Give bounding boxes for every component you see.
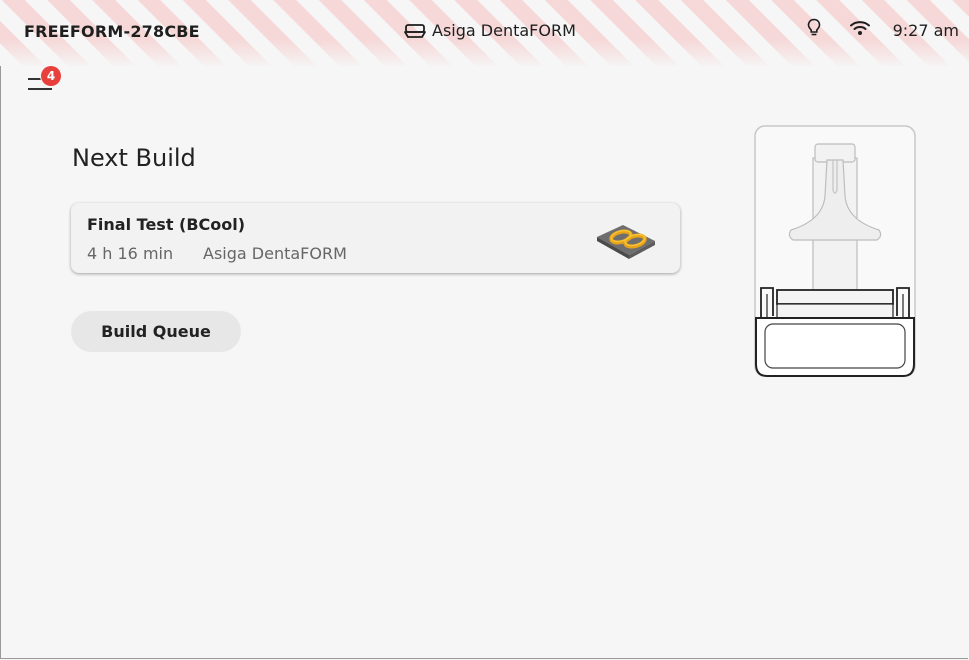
build-model-thumbnail: [593, 215, 659, 263]
status-icons: 9:27 am: [807, 18, 959, 42]
build-duration: 4 h 16 min: [87, 244, 174, 263]
next-build-card[interactable]: Final Test (BCool) 4 h 16 min Asiga Dent…: [71, 203, 680, 273]
wifi-icon[interactable]: [849, 19, 871, 41]
printer-label[interactable]: Asiga DentaFORM: [404, 21, 576, 40]
hamburger-menu-icon-bar: [28, 88, 52, 90]
build-queue-button[interactable]: Build Queue: [71, 311, 241, 352]
menu-button[interactable]: 4: [27, 66, 67, 96]
device-name: FREEFORM-278CBE: [24, 22, 200, 41]
build-printer: Asiga DentaFORM: [203, 244, 347, 263]
printer-name: Asiga DentaFORM: [432, 21, 576, 40]
lightbulb-icon[interactable]: [807, 18, 821, 42]
status-bar: FREEFORM-278CBE Asiga DentaFORM 9:27 am: [0, 0, 969, 66]
notification-badge: 4: [41, 66, 61, 86]
build-name: Final Test (BCool): [87, 215, 246, 234]
printer-icon: [404, 23, 426, 39]
page-title: Next Build: [72, 144, 196, 172]
clock: 9:27 am: [892, 20, 959, 40]
printer-illustration: [753, 124, 919, 380]
